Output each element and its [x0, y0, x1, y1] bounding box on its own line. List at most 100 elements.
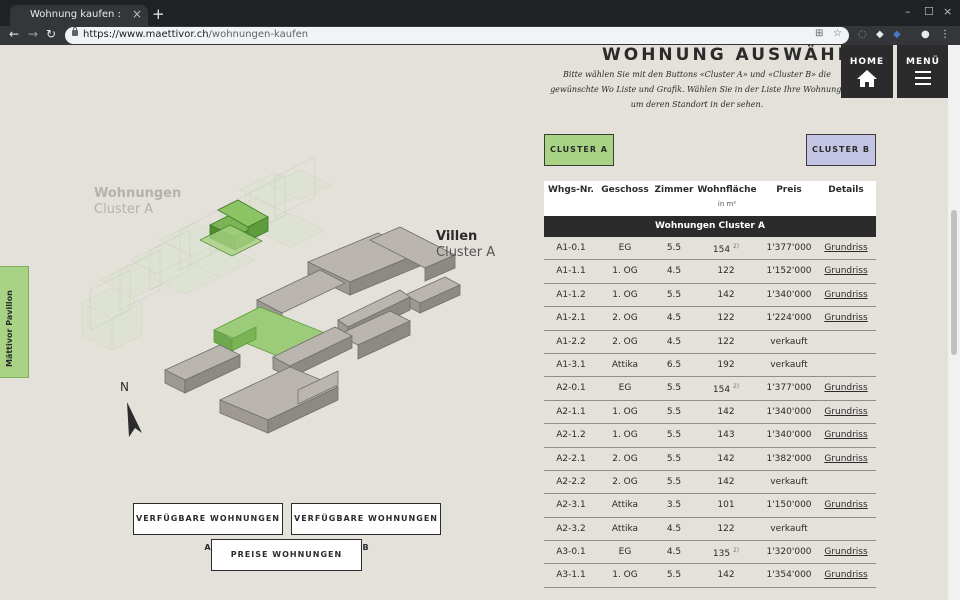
cluster-b-button[interactable]: CLUSTER B	[806, 134, 876, 166]
profile-icon[interactable]: ●	[921, 29, 930, 40]
table-row[interactable]: A2-2.1 2. OG 5.5 142 1'382'000 Grundriss	[544, 448, 876, 471]
cell-flaeche: 154 2)	[712, 383, 740, 396]
tab-close-icon[interactable]: ×	[132, 7, 142, 21]
cell-details-link[interactable]: Grundriss	[820, 407, 872, 417]
close-window-button[interactable]: ×	[943, 5, 952, 18]
extension-icon[interactable]: ◆	[893, 29, 901, 40]
reload-icon[interactable]: ↻	[46, 27, 56, 41]
table-row[interactable]: A2-1.1 1. OG 5.5 142 1'340'000 Grundriss	[544, 401, 876, 425]
cell-nr: A2-2.2	[556, 476, 586, 487]
table-row[interactable]: A2-3.2 Attika 4.5 122 verkauft	[544, 518, 876, 542]
cell-details-link[interactable]: Grundriss	[820, 383, 872, 393]
cell-details-link[interactable]: Grundriss	[820, 500, 872, 510]
cell-zimmer: 4.5	[666, 523, 682, 534]
cell-preis: verkauft	[770, 523, 808, 534]
footnote-marker: 2)	[732, 547, 740, 555]
footnote-marker: 2)	[732, 243, 740, 250]
col-header-geschoss: Geschoss	[601, 185, 649, 195]
page-scrollbar[interactable]	[948, 45, 960, 600]
lock-icon	[72, 27, 78, 36]
cell-flaeche: 142	[717, 406, 735, 417]
table-row[interactable]: A2-1.2 1. OG 5.5 143 1'340'000 Grundriss	[544, 424, 876, 448]
side-tab-label: Mättivor Pavillon	[5, 290, 14, 367]
table-row[interactable]: A1-2.1 2. OG 4.5 122 1'224'000 Grundriss	[544, 307, 876, 331]
table-row[interactable]: A2-2.2 2. OG 5.5 142 verkauft	[544, 471, 876, 495]
cell-flaeche: 122	[717, 266, 735, 277]
tab-title: Wohnung kaufen : Mättiv	[30, 9, 125, 20]
cell-zimmer: 4.5	[666, 313, 682, 324]
cell-details-link[interactable]: Grundriss	[820, 547, 872, 557]
table-row[interactable]: A2-0.1 EG 5.5 154 2) 1'377'000 Grundriss	[544, 377, 876, 401]
table-row[interactable]: A2-3.1 Attika 3.5 101 1'150'000 Grundriss	[544, 494, 876, 518]
cell-details-link[interactable]: Grundriss	[820, 430, 872, 440]
table-row[interactable]: A1-1.2 1. OG 5.5 142 1'340'000 Grundriss	[544, 284, 876, 308]
cell-geschoss: Attika	[611, 500, 639, 511]
cell-details-link[interactable]: Grundriss	[820, 243, 872, 253]
cell-preis: 1'377'000	[766, 383, 812, 394]
cluster-a-button[interactable]: CLUSTER A	[544, 134, 614, 166]
cell-geschoss: Attika	[611, 359, 639, 370]
extension-icon[interactable]: ◆	[876, 29, 884, 40]
menu-button[interactable]: MENÜ	[897, 45, 948, 98]
cell-zimmer: 4.5	[666, 336, 682, 347]
bookmark-star-icon[interactable]: ☆	[833, 28, 842, 39]
label-wohnungen-cluster: Wohnungen Cluster A	[94, 186, 182, 217]
footnote-marker: 2)	[732, 383, 740, 391]
url-text[interactable]: https://www.maettivor.ch/wohnungen-kaufe…	[83, 29, 308, 40]
cell-zimmer: 5.5	[666, 406, 682, 417]
prices-button[interactable]: PREISE WOHNUNGEN	[211, 539, 362, 571]
cell-preis: 1'224'000	[766, 313, 812, 324]
available-b-button[interactable]: VERFÜGBARE WOHNUNGEN B	[291, 503, 441, 552]
cell-zimmer: 5.5	[666, 570, 682, 581]
table-row[interactable]: A1-1.1 1. OG 4.5 122 1'152'000 Grundriss	[544, 260, 876, 284]
cell-preis: 1'377'000	[766, 243, 812, 253]
address-bar[interactable]: https://www.maettivor.ch/wohnungen-kaufe…	[65, 27, 849, 44]
cell-details-link[interactable]: Grundriss	[820, 266, 872, 276]
cell-nr: A1-0.1	[556, 243, 586, 253]
cell-details-link[interactable]: Grundriss	[820, 290, 872, 300]
forward-icon[interactable]: →	[28, 27, 38, 41]
cell-flaeche: 122	[717, 523, 735, 534]
cell-details-link[interactable]: Grundriss	[820, 454, 872, 464]
page: Wohnungen Cluster A Villen Cluster A N M…	[0, 45, 948, 600]
table-row[interactable]: A1-0.1 EG 5.5 154 2) 1'377'000 Grundriss	[544, 237, 876, 261]
cell-details-link[interactable]: Grundriss	[820, 570, 872, 580]
chrome-menu-icon[interactable]: ⋮	[940, 29, 950, 40]
home-button[interactable]: HOME	[841, 45, 893, 98]
cell-preis: 1'152'000	[766, 266, 812, 277]
cell-geschoss: 1. OG	[612, 289, 638, 300]
cell-zimmer: 5.5	[666, 476, 682, 487]
side-tab-pavillon[interactable]: Mättivor Pavillon	[0, 266, 29, 378]
cell-details-link[interactable]: Grundriss	[820, 313, 872, 323]
new-tab-button[interactable]: +	[152, 5, 165, 23]
cell-flaeche: 142	[717, 289, 735, 300]
table-header: Whgs-Nr. Geschoss Zimmer Wohnfläche in m…	[544, 181, 876, 216]
table-row[interactable]: A1-2.2 2. OG 4.5 122 verkauft	[544, 331, 876, 354]
cell-preis: 1'320'000	[766, 547, 812, 558]
cell-geschoss: 2. OG	[612, 336, 638, 347]
maximize-button[interactable]: ☐	[924, 5, 934, 18]
cell-nr: A2-0.1	[556, 383, 586, 394]
cell-nr: A1-2.2	[556, 336, 586, 347]
scrollbar-thumb[interactable]	[951, 210, 957, 355]
browser-tab[interactable]: Wohnung kaufen : Mättiv ×	[10, 5, 148, 26]
cell-geschoss: EG	[618, 547, 632, 558]
extension-icon[interactable]: ◌	[858, 29, 867, 40]
table-row[interactable]: A3-0.1 EG 4.5 135 2) 1'320'000 Grundriss	[544, 541, 876, 565]
cell-zimmer: 5.5	[666, 289, 682, 300]
cell-flaeche: 135 2)	[712, 547, 740, 560]
cell-preis: 1'150'000	[766, 500, 812, 511]
cell-zimmer: 3.5	[666, 500, 682, 511]
minimize-button[interactable]: –	[905, 5, 911, 18]
available-a-button[interactable]: VERFÜGBARE WOHNUNGEN A	[133, 503, 283, 552]
cell-zimmer: 4.5	[666, 266, 682, 277]
table-row[interactable]: A3-1.1 1. OG 5.5 142 1'354'000 Grundriss	[544, 564, 876, 588]
cell-flaeche: 101	[717, 500, 735, 511]
col-header-preis: Preis	[776, 185, 802, 195]
menu-label: MENÜ	[906, 57, 940, 67]
cell-flaeche: 122	[717, 336, 735, 347]
translate-icon[interactable]: ⊞	[815, 28, 823, 39]
back-icon[interactable]: ←	[9, 27, 19, 41]
table-row[interactable]: A1-3.1 Attika 6.5 192 verkauft	[544, 354, 876, 378]
cell-nr: A2-3.1	[556, 500, 586, 511]
